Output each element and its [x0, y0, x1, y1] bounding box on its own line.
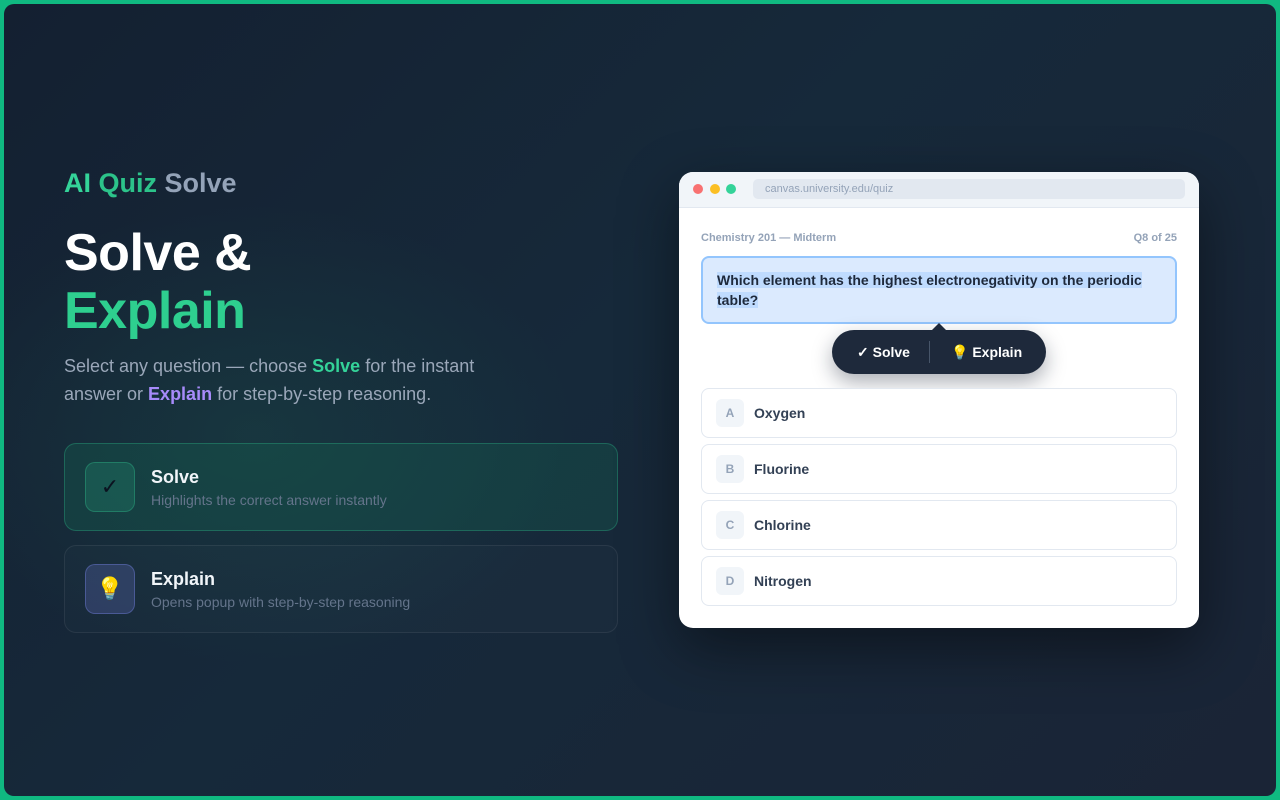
- selected-question-text[interactable]: Which element has the highest electroneg…: [717, 272, 1142, 308]
- answer-option-a[interactable]: A Oxygen: [701, 388, 1177, 438]
- answer-option-d[interactable]: D Nitrogen: [701, 556, 1177, 606]
- option-text: Nitrogen: [754, 573, 812, 589]
- feature-description: Opens popup with step-by-step reasoning: [151, 594, 411, 610]
- option-letter: D: [716, 567, 744, 595]
- feature-description: Highlights the correct answer instantly: [151, 492, 387, 508]
- close-dot-icon: [693, 184, 703, 194]
- question-text-box[interactable]: Which element has the highest electroneg…: [701, 256, 1177, 324]
- answer-option-b[interactable]: B Fluorine: [701, 444, 1177, 494]
- maximize-dot-icon: [726, 184, 736, 194]
- description-part-1: Select any question — choose: [64, 356, 313, 376]
- feature-title: Explain: [151, 569, 216, 589]
- brand-solve: Solve: [164, 168, 237, 198]
- course-label: Chemistry 201 — Midterm: [701, 232, 837, 244]
- title-line-2: Explain: [64, 282, 246, 340]
- option-text: Oxygen: [754, 405, 806, 421]
- browser-chrome: canvas.university.edu/quiz: [679, 172, 1199, 208]
- feature-card-solve: ✓ Solve Highlights the correct answer in…: [64, 443, 618, 531]
- brand-logo: AI Quiz Solve: [64, 168, 237, 199]
- popup-solve-button[interactable]: ✓ Solve: [857, 330, 910, 374]
- popup-divider: [929, 341, 930, 363]
- browser-mockup: canvas.university.edu/quiz Chemistry 201…: [679, 172, 1199, 628]
- answer-option-c[interactable]: C Chlorine: [701, 500, 1177, 550]
- description: Select any question — choose Solve for t…: [64, 352, 534, 408]
- address-bar: canvas.university.edu/quiz: [753, 179, 1185, 199]
- option-letter: C: [716, 511, 744, 539]
- description-part-3: for step-by-step reasoning.: [212, 384, 432, 404]
- app-frame: AI Quiz Solve Solve & Explain Select any…: [4, 4, 1276, 796]
- brand-quiz: Quiz: [98, 168, 158, 198]
- description-explain-keyword: Explain: [148, 384, 213, 404]
- option-letter: B: [716, 455, 744, 483]
- option-text: Fluorine: [754, 461, 810, 477]
- brand-ai: AI: [64, 168, 91, 198]
- page-title: Solve & Explain: [64, 224, 252, 340]
- option-letter: A: [716, 399, 744, 427]
- title-line-1: Solve &: [64, 224, 252, 282]
- feature-title: Solve: [151, 467, 200, 487]
- minimize-dot-icon: [710, 184, 720, 194]
- action-popup: ✓ Solve 💡 Explain: [832, 323, 1046, 374]
- lightbulb-icon: 💡: [85, 564, 135, 614]
- feature-card-explain: 💡 Explain Opens popup with step-by-step …: [64, 545, 618, 633]
- description-solve-keyword: Solve: [312, 356, 361, 376]
- check-icon: ✓: [85, 462, 135, 512]
- option-text: Chlorine: [754, 517, 811, 533]
- popup-explain-button[interactable]: 💡 Explain: [951, 330, 1022, 374]
- question-progress: Q8 of 25: [1133, 232, 1177, 244]
